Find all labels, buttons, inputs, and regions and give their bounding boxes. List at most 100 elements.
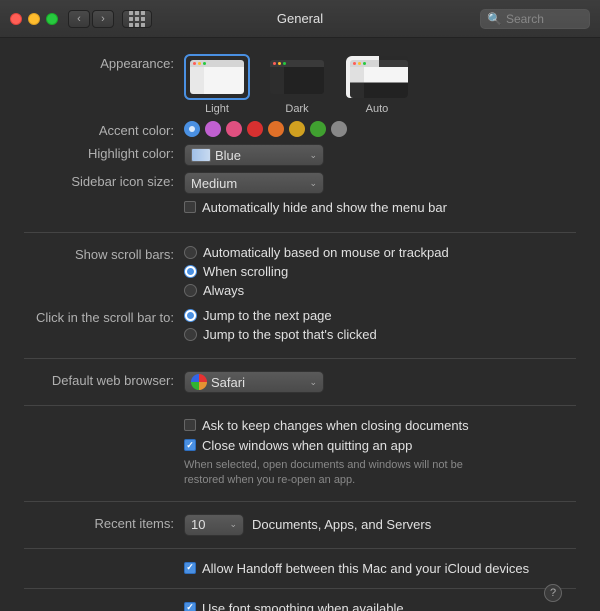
accent-orange[interactable] (268, 121, 284, 137)
accent-green[interactable] (310, 121, 326, 137)
auto-body (350, 67, 408, 98)
appearance-dark[interactable]: Dark (264, 54, 330, 115)
mini-close (193, 62, 196, 65)
recent-items-suffix: Documents, Apps, and Servers (252, 517, 431, 532)
accent-color-label: Accent color: (24, 121, 184, 138)
highlight-color-value: Blue (215, 148, 241, 163)
main-content: Appearance: (0, 38, 600, 611)
scroll-bars-options: Automatically based on mouse or trackpad… (184, 245, 576, 302)
appearance-label: Appearance: (24, 54, 184, 71)
recent-items-arrow: ⌄ (229, 519, 237, 530)
appearance-light-thumb[interactable] (184, 54, 250, 100)
highlight-color-content: Blue ⌄ (184, 144, 576, 166)
scroll-always-label: Always (203, 283, 244, 298)
mini-max (363, 62, 366, 65)
mini-min (198, 62, 201, 65)
highlight-color-dropdown[interactable]: Blue ⌄ (184, 144, 324, 166)
click-spot-radio[interactable] (184, 328, 197, 341)
appearance-light[interactable]: Light (184, 54, 250, 115)
menu-bar-label (24, 200, 184, 202)
accent-purple[interactable] (205, 121, 221, 137)
appearance-options: Light (184, 54, 576, 115)
dark-sidebar (270, 67, 284, 94)
divider-1 (24, 232, 576, 233)
accent-graphite[interactable] (331, 121, 347, 137)
light-sidebar (190, 67, 204, 94)
light-titlebar (190, 60, 244, 67)
search-icon: 🔍 (487, 12, 502, 26)
scroll-bars-row: Show scroll bars: Automatically based on… (24, 245, 576, 302)
click-scroll-options: Jump to the next page Jump to the spot t… (184, 308, 576, 346)
click-next-page-radio[interactable] (184, 309, 197, 322)
recent-items-value: 10 (191, 517, 205, 532)
menu-bar-checkbox[interactable] (184, 201, 196, 213)
ask-keep-checkbox[interactable] (184, 419, 196, 431)
apps-grid-icon (129, 11, 145, 27)
maximize-button[interactable] (46, 13, 58, 25)
accent-red[interactable] (247, 121, 263, 137)
close-windows-note: When selected, open documents and window… (184, 458, 504, 489)
default-browser-label: Default web browser: (24, 371, 184, 388)
mini-max (283, 62, 286, 65)
highlight-color-row: Highlight color: Blue ⌄ (24, 144, 576, 166)
close-windows-row: Close windows when quitting an app (184, 438, 576, 453)
recent-items-content: 10 ⌄ Documents, Apps, and Servers (184, 514, 576, 536)
forward-button[interactable]: › (92, 10, 114, 28)
appearance-dark-thumb[interactable] (264, 54, 330, 100)
accent-color-options (184, 121, 347, 137)
back-button[interactable]: ‹ (68, 10, 90, 28)
scroll-always-radio[interactable] (184, 284, 197, 297)
mini-close (273, 62, 276, 65)
scroll-auto-row: Automatically based on mouse or trackpad (184, 245, 449, 260)
sidebar-icon-size-value: Medium (191, 176, 237, 191)
search-box[interactable]: 🔍 Search (480, 9, 590, 29)
click-scroll-label: Click in the scroll bar to: (24, 308, 184, 325)
scroll-always-row: Always (184, 283, 244, 298)
handoff-checkbox[interactable] (184, 562, 196, 574)
accent-pink[interactable] (226, 121, 242, 137)
accent-blue[interactable] (184, 121, 200, 137)
appearance-auto-thumb[interactable] (344, 54, 410, 100)
default-browser-dropdown[interactable]: Safari ⌄ (184, 371, 324, 393)
font-smoothing-checkbox[interactable] (184, 602, 196, 611)
scroll-auto-label: Automatically based on mouse or trackpad (203, 245, 449, 260)
ask-keep-section: Ask to keep changes when closing documen… (184, 418, 576, 453)
sidebar-icon-size-label: Sidebar icon size: (24, 172, 184, 189)
auto-main (364, 67, 408, 98)
help-button[interactable]: ? (544, 584, 562, 602)
dark-titlebar (270, 60, 324, 67)
menu-bar-content: Automatically hide and show the menu bar (184, 200, 576, 220)
scroll-scrolling-radio[interactable] (184, 265, 197, 278)
scroll-auto-radio[interactable] (184, 246, 197, 259)
appearance-auto[interactable]: Auto (344, 54, 410, 115)
light-preview (190, 60, 244, 94)
accent-colors (184, 121, 576, 137)
divider-3 (24, 405, 576, 406)
mini-min (278, 62, 281, 65)
scroll-bars-label: Show scroll bars: (24, 245, 184, 262)
close-button[interactable] (10, 13, 22, 25)
close-windows-checkbox[interactable] (184, 439, 196, 451)
appearance-section: Appearance: (24, 54, 576, 115)
highlight-swatch (191, 148, 211, 162)
click-next-page-row: Jump to the next page (184, 308, 332, 323)
light-main (204, 67, 244, 94)
recent-items-stepper[interactable]: 10 ⌄ (184, 514, 244, 536)
apps-button[interactable] (122, 10, 152, 28)
minimize-button[interactable] (28, 13, 40, 25)
dark-preview (270, 60, 324, 94)
font-smoothing-label: Use font smoothing when available (202, 601, 404, 611)
mini-max (203, 62, 206, 65)
sidebar-icon-size-content: Medium ⌄ (184, 172, 576, 194)
auto-titlebar (350, 60, 408, 67)
recent-items-row: Recent items: 10 ⌄ Documents, Apps, and … (24, 514, 576, 536)
menu-bar-checkbox-row: Automatically hide and show the menu bar (184, 200, 447, 215)
sidebar-icon-size-dropdown[interactable]: Medium ⌄ (184, 172, 324, 194)
accent-yellow[interactable] (289, 121, 305, 137)
highlight-color-label: Highlight color: (24, 144, 184, 161)
highlight-dropdown-arrow: ⌄ (309, 150, 317, 161)
browser-dropdown-arrow: ⌄ (309, 377, 317, 388)
default-browser-content: Safari ⌄ (184, 371, 576, 393)
menu-bar-row: Automatically hide and show the menu bar (24, 200, 576, 220)
scroll-scrolling-label: When scrolling (203, 264, 288, 279)
